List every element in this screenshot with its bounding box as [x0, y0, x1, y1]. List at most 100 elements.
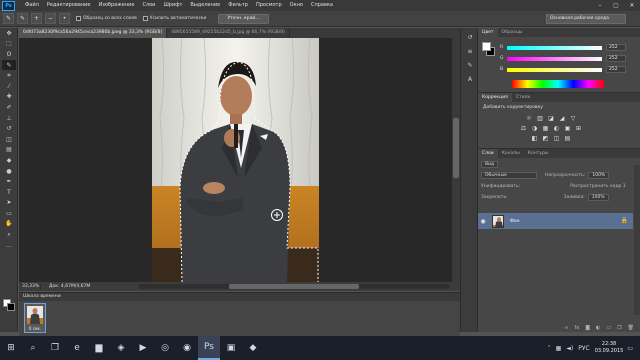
new-layer-icon[interactable]: ❐	[617, 325, 621, 331]
brush-preset-icon[interactable]: ✎	[465, 60, 475, 70]
slider-blue[interactable]: B 252	[500, 66, 636, 74]
menu-view[interactable]: Просмотр	[252, 0, 286, 11]
shape-tool-icon[interactable]: ▭	[2, 208, 16, 219]
blur-tool-icon[interactable]: ◆	[2, 155, 16, 166]
app-icon-2[interactable]: ◉	[176, 336, 198, 360]
media-icon[interactable]: ▶	[132, 336, 154, 360]
layer-kind-select[interactable]: Вид	[481, 160, 499, 168]
slider-green-track[interactable]	[507, 57, 602, 61]
layers-scrollbar[interactable]	[634, 165, 640, 315]
zoom-tool-icon[interactable]: ⌕	[2, 229, 16, 240]
propagate-label[interactable]: Распространить кадр 1	[570, 184, 626, 189]
gradient-map-icon[interactable]: ▤	[563, 134, 572, 142]
exposure-icon[interactable]: ◢	[558, 114, 567, 122]
blend-mode-select[interactable]: Обычные	[481, 171, 537, 179]
menu-type[interactable]: Шрифт	[159, 0, 186, 11]
panel-foreground-swatch[interactable]	[482, 42, 491, 51]
eye-icon[interactable]: ◉	[478, 218, 488, 225]
levels-icon[interactable]: ▥	[536, 114, 545, 122]
horizontal-scroll-thumb[interactable]	[229, 284, 359, 289]
app-icon[interactable]: ◎	[154, 336, 176, 360]
auto-enhance-checkbox[interactable]	[142, 16, 148, 21]
adjustment-layer-icon[interactable]: ◐	[596, 325, 600, 331]
workspace-select[interactable]: Основная рабочая среда	[546, 14, 626, 24]
zoom-level[interactable]: 33,33%	[19, 284, 41, 289]
curves-icon[interactable]: ◪	[547, 114, 556, 122]
horizontal-scrollbar[interactable]	[139, 284, 449, 289]
edge-icon[interactable]: e	[66, 336, 88, 360]
slider-blue-value[interactable]: 252	[606, 66, 626, 73]
tab-color[interactable]: Цвет	[478, 28, 498, 37]
link-icon[interactable]: ∞	[564, 325, 568, 331]
frame-duration[interactable]: 0 сек.	[25, 326, 45, 331]
pen-tool-icon[interactable]: ✒	[2, 176, 16, 187]
eraser-tool-icon[interactable]: ◫	[2, 134, 16, 145]
fx-icon[interactable]: fx	[574, 325, 579, 331]
photo-filter-icon[interactable]: ◐	[552, 124, 561, 132]
slider-red-track[interactable]	[507, 46, 602, 50]
doc-tab-1[interactable]: 0dfd73a8230f9ca56a2945ceca23980b.jpeg @ …	[19, 28, 168, 38]
maximize-button[interactable]: ▢	[608, 0, 624, 11]
history-brush-tool-icon[interactable]: ↺	[2, 123, 16, 134]
app-icon-4[interactable]: ◆	[242, 336, 264, 360]
close-button[interactable]: ✕	[624, 0, 640, 11]
photoshop-taskbar-icon[interactable]: Ps	[198, 336, 220, 360]
color-balance-icon[interactable]: ⚖	[519, 124, 528, 132]
trash-icon[interactable]: 🗑	[628, 325, 634, 331]
mask-icon[interactable]: ◙	[585, 325, 590, 331]
layer-name[interactable]: Фон	[510, 219, 520, 224]
color-spectrum[interactable]	[512, 80, 604, 88]
more-tools-icon[interactable]: …	[2, 240, 16, 251]
channel-mixer-icon[interactable]: ▣	[563, 124, 572, 132]
photo-image[interactable]	[152, 38, 319, 282]
menu-select[interactable]: Выделение	[186, 0, 224, 11]
vertical-scroll-thumb[interactable]	[453, 118, 459, 178]
invert-icon[interactable]: ◧	[530, 134, 539, 142]
timeline-frame[interactable]: 0 сек.	[24, 303, 46, 333]
slider-red[interactable]: R 252	[500, 44, 636, 52]
volume-icon[interactable]: ◄)	[566, 345, 573, 352]
marquee-tool-icon[interactable]: ⬚	[2, 39, 16, 50]
network-icon[interactable]: ▦	[556, 345, 562, 352]
hue-saturation-icon[interactable]: ◑	[530, 124, 539, 132]
menu-image[interactable]: Изображение	[94, 0, 138, 11]
hand-tool-icon[interactable]: ✋	[2, 219, 16, 230]
menu-filter[interactable]: Фильтр	[224, 0, 252, 11]
lasso-tool-icon[interactable]: ʘ	[2, 49, 16, 60]
background-color-swatch[interactable]	[7, 303, 15, 311]
history-icon[interactable]: ↺	[465, 32, 475, 42]
move-tool-icon[interactable]: ✥	[2, 28, 16, 39]
type-tool-icon[interactable]: T	[2, 187, 16, 198]
language-indicator[interactable]: РУС	[578, 345, 589, 352]
menu-help[interactable]: Справка	[307, 0, 337, 11]
sample-all-layers-checkbox[interactable]	[76, 16, 81, 21]
store-icon[interactable]: ◈	[110, 336, 132, 360]
fill-input[interactable]: 100%	[587, 193, 609, 201]
menu-edit[interactable]: Редактирование	[43, 0, 95, 11]
brush-tool-icon[interactable]: ✐	[2, 102, 16, 113]
taskbar-search-icon[interactable]: ⌕	[22, 336, 44, 360]
slider-green-value[interactable]: 252	[606, 55, 626, 62]
refine-edge-button[interactable]: Уточн. край...	[218, 13, 269, 24]
vertical-scrollbar[interactable]	[452, 38, 460, 282]
tray-arrow-icon[interactable]: ˄	[548, 345, 551, 352]
path-selection-tool-icon[interactable]: ➤	[2, 198, 16, 209]
layer-row[interactable]: ◉ Фон 🔒	[478, 213, 633, 229]
black-white-icon[interactable]: ▦	[541, 124, 550, 132]
canvas-area[interactable]	[19, 38, 452, 282]
brush-size-icon[interactable]: •	[59, 13, 70, 24]
subtract-from-selection-icon[interactable]: −	[45, 13, 56, 24]
tab-layers[interactable]: Слои	[478, 149, 498, 158]
app-icon-3[interactable]: ▣	[220, 336, 242, 360]
color-lookup-icon[interactable]: ⊞	[574, 124, 583, 132]
threshold-icon[interactable]: ◫	[552, 134, 561, 142]
slider-blue-track[interactable]	[507, 68, 602, 72]
quick-selection-tool-icon[interactable]: ✎	[2, 59, 16, 71]
posterize-icon[interactable]: ◩	[541, 134, 550, 142]
start-icon[interactable]: ⊞	[0, 336, 22, 360]
tab-swatches[interactable]: Образцы	[498, 28, 527, 37]
dodge-tool-icon[interactable]: ●	[2, 166, 16, 177]
slider-red-value[interactable]: 252	[606, 44, 626, 51]
tab-styles[interactable]: Стили	[512, 93, 535, 102]
character-icon[interactable]: A	[465, 74, 475, 84]
